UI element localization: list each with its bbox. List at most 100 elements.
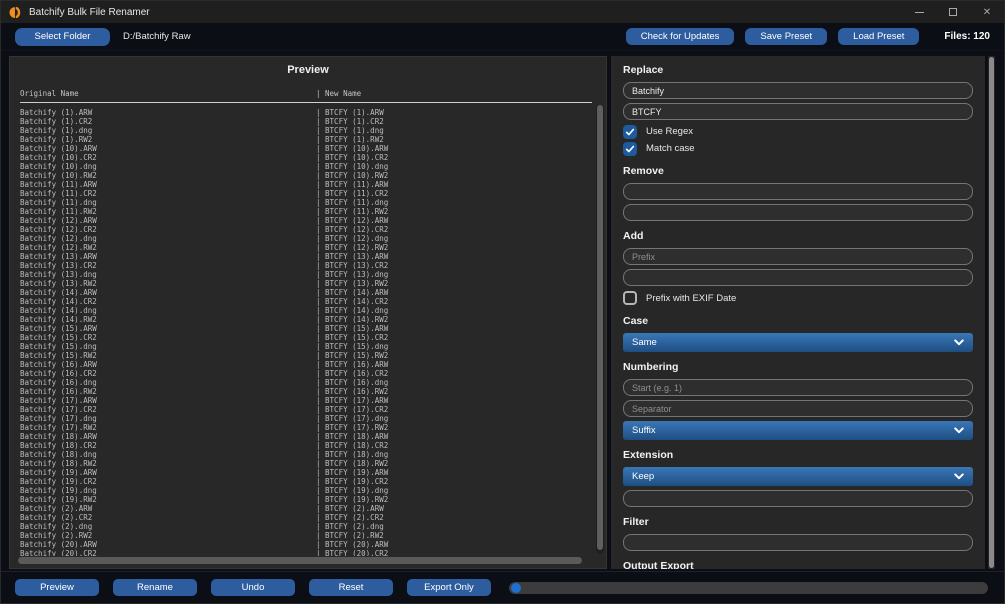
table-cell: | BTCFY (17).RW2 xyxy=(316,423,592,432)
numbering-position-value: Suffix xyxy=(632,425,656,436)
table-cell: | BTCFY (13).RW2 xyxy=(316,279,592,288)
match-case-checkbox[interactable] xyxy=(623,142,637,156)
table-row: Batchify (15).dng| BTCFY (15).dng xyxy=(20,342,592,351)
close-button[interactable]: ✕ xyxy=(970,1,1004,23)
table-cell: Batchify (1).RW2 xyxy=(20,135,316,144)
replace-find-input[interactable] xyxy=(623,82,973,99)
numbering-start-input[interactable] xyxy=(623,379,973,396)
table-row: Batchify (14).RW2| BTCFY (14).RW2 xyxy=(20,315,592,324)
table-cell: Batchify (12).ARW xyxy=(20,216,316,225)
undo-button[interactable]: Undo xyxy=(211,579,295,596)
table-cell: | BTCFY (11).RW2 xyxy=(316,207,592,216)
footer-bar: Preview Rename Undo Reset Export Only xyxy=(1,571,1004,603)
maximize-button[interactable] xyxy=(936,1,970,23)
table-cell: | BTCFY (19).dng xyxy=(316,486,592,495)
add-suffix-input[interactable] xyxy=(623,269,973,286)
table-cell: | BTCFY (18).ARW xyxy=(316,432,592,441)
filter-input[interactable] xyxy=(623,534,973,551)
table-row: Batchify (15).RW2| BTCFY (15).RW2 xyxy=(20,351,592,360)
table-cell: Batchify (16).ARW xyxy=(20,360,316,369)
table-cell: | BTCFY (11).CR2 xyxy=(316,189,592,198)
table-header: Original Name | New Name xyxy=(20,89,592,99)
remove-text-input[interactable] xyxy=(623,183,973,200)
window-controls: ✕ xyxy=(902,1,1004,23)
table-cell: Batchify (13).dng xyxy=(20,270,316,279)
app-logo-icon xyxy=(9,6,22,19)
table-row: Batchify (20).CR2| BTCFY (20).CR2 xyxy=(20,549,592,556)
table-row: Batchify (17).CR2| BTCFY (17).CR2 xyxy=(20,405,592,414)
table-cell: | BTCFY (1).ARW xyxy=(316,108,592,117)
case-dropdown-value: Same xyxy=(632,337,657,348)
table-row: Batchify (2).RW2| BTCFY (2).RW2 xyxy=(20,531,592,540)
table-cell: Batchify (19).ARW xyxy=(20,468,316,477)
use-regex-checkbox[interactable] xyxy=(623,125,637,139)
extension-dropdown-value: Keep xyxy=(632,471,654,482)
exif-date-row[interactable]: Prefix with EXIF Date xyxy=(623,290,973,306)
table-cell: | BTCFY (1).CR2 xyxy=(316,117,592,126)
add-prefix-input[interactable] xyxy=(623,248,973,265)
table-row: Batchify (1).dng| BTCFY (1).dng xyxy=(20,126,592,135)
match-case-row[interactable]: Match case xyxy=(623,141,973,156)
table-cell: | BTCFY (10).dng xyxy=(316,162,592,171)
table-cell: | BTCFY (18).CR2 xyxy=(316,441,592,450)
minimize-button[interactable] xyxy=(902,1,936,23)
preview-horizontal-scrollbar[interactable] xyxy=(18,557,582,564)
check-updates-button[interactable]: Check for Updates xyxy=(626,28,735,45)
table-cell: Batchify (1).ARW xyxy=(20,108,316,117)
use-regex-row[interactable]: Use Regex xyxy=(623,124,973,139)
chevron-down-icon xyxy=(954,339,964,346)
table-cell: | BTCFY (2).ARW xyxy=(316,504,592,513)
table-cell: Batchify (10).dng xyxy=(20,162,316,171)
table-cell: | BTCFY (18).dng xyxy=(316,450,592,459)
table-cell: | BTCFY (15).dng xyxy=(316,342,592,351)
table-row: Batchify (18).CR2| BTCFY (18).CR2 xyxy=(20,441,592,450)
check-icon xyxy=(625,144,635,154)
numbering-position-dropdown[interactable]: Suffix xyxy=(623,421,973,440)
extension-dropdown[interactable]: Keep xyxy=(623,467,973,486)
options-vertical-scrollbar[interactable] xyxy=(988,56,995,569)
save-preset-button[interactable]: Save Preset xyxy=(745,28,827,45)
export-only-button[interactable]: Export Only xyxy=(407,579,491,596)
table-cell: Batchify (18).dng xyxy=(20,450,316,459)
load-preset-button[interactable]: Load Preset xyxy=(838,28,919,45)
preview-title: Preview xyxy=(10,64,606,76)
table-row: Batchify (2).dng| BTCFY (2).dng xyxy=(20,522,592,531)
table-cell: | BTCFY (13).ARW xyxy=(316,252,592,261)
extension-custom-input[interactable] xyxy=(623,490,973,507)
table-row: Batchify (11).dng| BTCFY (11).dng xyxy=(20,198,592,207)
table-cell: | BTCFY (14).ARW xyxy=(316,288,592,297)
table-cell: Batchify (14).RW2 xyxy=(20,315,316,324)
table-row: Batchify (13).dng| BTCFY (13).dng xyxy=(20,270,592,279)
table-cell: Batchify (19).dng xyxy=(20,486,316,495)
table-row: Batchify (12).RW2| BTCFY (12).RW2 xyxy=(20,243,592,252)
table-cell: Batchify (14).CR2 xyxy=(20,297,316,306)
preview-vertical-scrollbar-thumb[interactable] xyxy=(597,105,603,550)
table-cell: Batchify (12).CR2 xyxy=(20,225,316,234)
table-cell: Batchify (1).CR2 xyxy=(20,117,316,126)
remove-pattern-input[interactable] xyxy=(623,204,973,221)
case-dropdown[interactable]: Same xyxy=(623,333,973,352)
table-cell: | BTCFY (15).RW2 xyxy=(316,351,592,360)
table-row: Batchify (11).CR2| BTCFY (11).CR2 xyxy=(20,189,592,198)
exif-date-checkbox[interactable] xyxy=(623,291,637,305)
table-cell: | BTCFY (16).CR2 xyxy=(316,369,592,378)
table-cell: | BTCFY (18).RW2 xyxy=(316,459,592,468)
select-folder-button[interactable]: Select Folder xyxy=(15,28,110,46)
table-cell: Batchify (11).dng xyxy=(20,198,316,207)
rename-button[interactable]: Rename xyxy=(113,579,197,596)
table-row: Batchify (16).CR2| BTCFY (16).CR2 xyxy=(20,369,592,378)
table-cell: | BTCFY (2).RW2 xyxy=(316,531,592,540)
table-row: Batchify (19).ARW| BTCFY (19).ARW xyxy=(20,468,592,477)
replace-with-input[interactable] xyxy=(623,103,973,120)
table-row: Batchify (11).RW2| BTCFY (11).RW2 xyxy=(20,207,592,216)
reset-button[interactable]: Reset xyxy=(309,579,393,596)
preview-button[interactable]: Preview xyxy=(15,579,99,596)
options-vertical-scrollbar-thumb[interactable] xyxy=(989,57,994,568)
table-cell: | BTCFY (10).ARW xyxy=(316,144,592,153)
table-cell: | BTCFY (19).ARW xyxy=(316,468,592,477)
table-row: Batchify (19).RW2| BTCFY (19).RW2 xyxy=(20,495,592,504)
app-window: Batchify Bulk File Renamer ✕ Select Fold… xyxy=(0,0,1005,604)
numbering-separator-input[interactable] xyxy=(623,400,973,417)
preview-vertical-scrollbar[interactable] xyxy=(596,105,604,554)
table-row: Batchify (10).RW2| BTCFY (10).RW2 xyxy=(20,171,592,180)
